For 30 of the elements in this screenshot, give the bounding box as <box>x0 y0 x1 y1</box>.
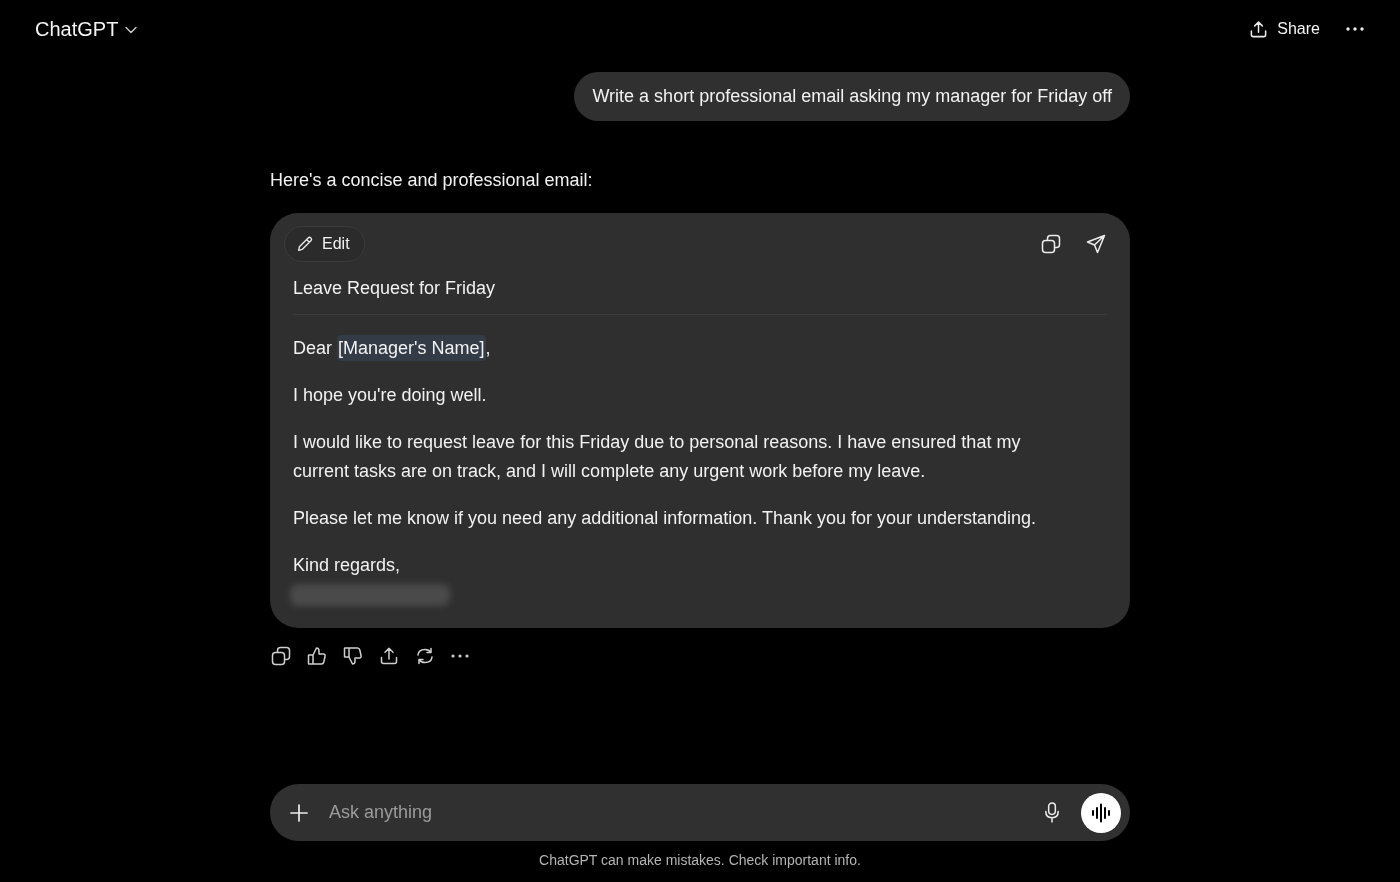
copy-icon[interactable] <box>271 646 291 666</box>
email-paragraph: I hope you're doing well. <box>293 384 488 407</box>
email-paragraph: Kind regards, <box>293 554 402 577</box>
email-paragraph: Dear [Manager's Name], <box>293 334 1055 363</box>
copy-icon[interactable] <box>1041 234 1061 254</box>
voice-mode-button[interactable] <box>1081 792 1121 833</box>
email-paragraph: Please let me know if you need any additional information. Thank you for your understanding. <box>293 507 1038 530</box>
assistant-intro-text: Here's a concise and professional email: <box>270 169 594 192</box>
pencil-icon <box>296 235 314 253</box>
microphone-icon[interactable] <box>1044 802 1060 823</box>
thumbs-up-icon[interactable] <box>307 646 327 666</box>
edit-button[interactable]: Edit <box>284 226 365 262</box>
more-options-icon[interactable] <box>451 654 469 658</box>
upload-icon[interactable] <box>379 646 399 666</box>
refresh-icon[interactable] <box>415 646 435 666</box>
model-menu-button[interactable]: ChatGPT <box>35 16 138 42</box>
waveform-icon <box>1091 802 1111 823</box>
composer-bar[interactable]: Ask anything <box>270 784 1130 841</box>
chevron-down-icon <box>125 26 138 34</box>
thumbs-down-icon[interactable] <box>343 646 363 666</box>
disclaimer-text: ChatGPT can make mistakes. Check important info. <box>538 851 862 869</box>
user-message: Write a short professional email asking my manager for Friday off <box>574 72 1130 121</box>
more-options-icon[interactable] <box>1346 27 1364 31</box>
email-paragraph: I would like to request leave for this Friday due to personal reasons. I have ensured that my current tasks are on track, and I will complete any urgent work before my leave. <box>293 431 1022 483</box>
message-input[interactable]: Ask anything <box>329 797 1044 828</box>
upload-icon <box>1249 19 1269 39</box>
plus-icon[interactable] <box>290 803 308 822</box>
share-button[interactable]: Share <box>1249 18 1320 40</box>
send-icon[interactable] <box>1086 234 1106 254</box>
email-subject: Leave Request for Friday <box>293 277 497 300</box>
